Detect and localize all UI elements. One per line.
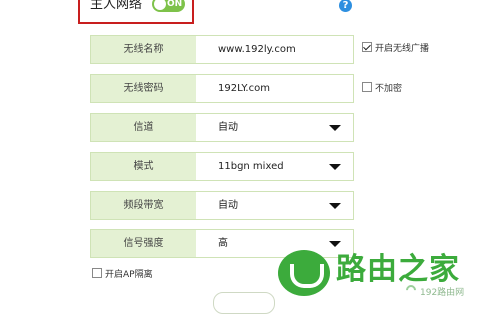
watermark-logo-icon [278, 250, 330, 296]
watermark-sub: 192路由网 [420, 288, 465, 298]
chevron-down-icon[interactable] [329, 241, 341, 247]
chevron-down-icon[interactable] [329, 164, 341, 170]
ap-isolation-checkbox[interactable]: 开启AP隔离 [92, 268, 153, 281]
password-value[interactable]: 192LY.com [218, 75, 270, 102]
checkbox-checked-icon[interactable] [362, 42, 372, 52]
ssid-label: 无线名称 [91, 36, 196, 63]
mode-select[interactable]: 模式 11bgn mixed [90, 152, 354, 181]
checkbox-unchecked-icon[interactable] [362, 82, 372, 92]
bandwidth-value: 自动 [218, 200, 238, 211]
watermark-brand: 路由之家 [336, 252, 460, 287]
ap-isolation-label: 开启AP隔离 [105, 270, 153, 280]
signal-strength-label: 信号强度 [91, 230, 196, 257]
password-field[interactable]: 无线密码 192LY.com [90, 74, 354, 103]
mode-label: 模式 [91, 153, 196, 180]
no-encrypt-label: 不加密 [375, 84, 403, 94]
bandwidth-select[interactable]: 频段带宽 自动 [90, 191, 354, 220]
chevron-down-icon[interactable] [329, 125, 341, 131]
bandwidth-label: 频段带宽 [91, 192, 196, 219]
page-title: 主人网络 [90, 0, 143, 12]
no-encrypt-checkbox[interactable]: 不加密 [362, 82, 402, 95]
channel-label: 信道 [91, 114, 196, 141]
ssid-field[interactable]: 无线名称 www.192ly.com [90, 35, 354, 64]
main-network-toggle[interactable]: ON [152, 0, 185, 12]
toggle-label: ON [167, 0, 183, 9]
toggle-knob [154, 0, 166, 10]
broadcast-checkbox[interactable]: 开启无线广播 [362, 42, 429, 55]
checkbox-unchecked-icon[interactable] [92, 268, 102, 278]
chevron-down-icon[interactable] [329, 203, 341, 209]
ssid-value[interactable]: www.192ly.com [218, 36, 296, 63]
channel-select[interactable]: 信道 自动 [90, 113, 354, 142]
save-button[interactable] [213, 292, 275, 314]
broadcast-label: 开启无线广播 [375, 44, 430, 54]
help-icon[interactable]: ? [339, 0, 352, 12]
signal-strength-value: 高 [218, 238, 228, 249]
mode-value: 11bgn mixed [218, 161, 284, 172]
password-label: 无线密码 [91, 75, 196, 102]
channel-value: 自动 [218, 122, 238, 133]
